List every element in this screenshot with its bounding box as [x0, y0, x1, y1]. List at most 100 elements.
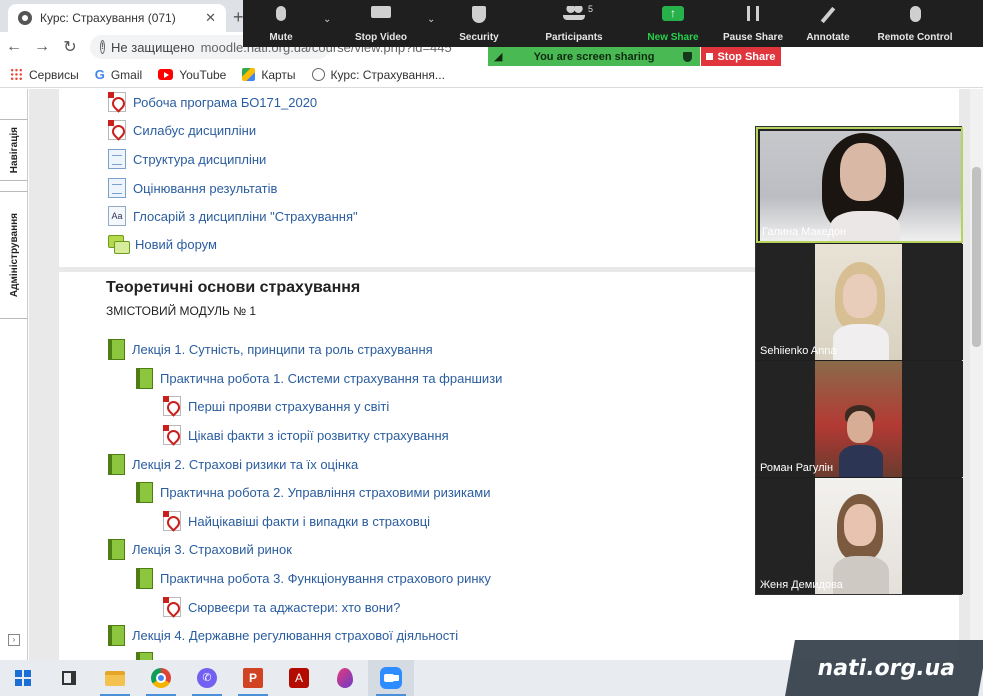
viber-button[interactable]: ✆ [184, 660, 230, 696]
participant-silhouette [840, 143, 886, 201]
participants-button[interactable]: Participants [542, 0, 606, 47]
annotate-button[interactable]: Annotate [803, 0, 853, 47]
video-tile[interactable]: Sehiienko Anna [756, 244, 963, 360]
browser-tab[interactable]: Курс: Страхування (071) ✕ [8, 4, 226, 32]
new-tab-button[interactable]: + [233, 7, 244, 28]
bookmark-label: Курс: Страхування... [330, 67, 445, 82]
remote-control-button[interactable]: Remote Control [875, 0, 955, 47]
activity-link[interactable]: Лекція 1. Сутність, принципи та роль стр… [132, 342, 433, 357]
task-view-button[interactable] [46, 660, 92, 696]
activity-link[interactable]: Найцікавіші факти і випадки в страховці [188, 514, 430, 529]
pause-icon [747, 6, 759, 21]
activity-assessment[interactable]: Оцінювання результатів [108, 178, 277, 198]
activity-history-facts[interactable]: Цікаві факти з історії розвитку страхува… [163, 425, 449, 445]
audio-options-chevron-down-icon[interactable]: ⌄ [323, 14, 331, 25]
activity-link[interactable]: Практична робота 3. Функціонування страх… [160, 571, 491, 586]
bookmark-course[interactable]: Курс: Страхування... [311, 67, 445, 82]
activity-link[interactable]: Робоча програма БО171_2020 [133, 95, 317, 110]
screen-sharing-banner[interactable]: ◢ You are screen sharing [488, 47, 700, 66]
activity-link[interactable]: Лекція 3. Страховий ринок [132, 542, 292, 557]
activity-first-insurance[interactable]: Перші прояви страхування у світі [163, 396, 389, 416]
activity-link[interactable]: Практична робота 2. Управління страховим… [160, 485, 490, 500]
moodle-favicon-icon [18, 11, 32, 25]
zoom-video-panel[interactable]: Галина Македон Sehiienko Anna Роман Рагу… [755, 126, 963, 595]
page-scrollbar[interactable] [970, 89, 983, 660]
activity-forum[interactable]: Новий форум [108, 235, 217, 254]
stop-share-label: Stop Share [717, 50, 776, 63]
video-tile[interactable]: Женя Демидова [756, 478, 963, 594]
shield-icon [472, 6, 486, 23]
activity-syllabus[interactable]: Силабус дисципліни [108, 120, 256, 140]
new-share-button[interactable]: ↑ New Share [645, 0, 701, 47]
forward-button[interactable]: → [28, 38, 56, 56]
activity-link[interactable]: Структура дисципліни [133, 152, 266, 167]
control-label: Annotate [806, 32, 850, 43]
not-secure-icon[interactable]: ! [100, 40, 105, 54]
dock-tab-administration[interactable]: Адміністрування [0, 191, 28, 319]
zoom-app-icon [380, 667, 402, 689]
stop-share-button[interactable]: Stop Share [701, 47, 781, 66]
control-label: New Share [647, 32, 699, 43]
forum-icon [108, 235, 130, 254]
activity-work-program[interactable]: Робоча програма БО171_2020 [108, 92, 317, 112]
activity-next-partial[interactable] [136, 652, 153, 660]
close-tab-icon[interactable]: ✕ [205, 10, 216, 26]
video-tile[interactable]: Роман Рагулін [756, 361, 963, 477]
activity-link[interactable]: Лекція 4. Державне регулювання страхової… [132, 628, 458, 643]
dock-toggle-icon[interactable]: › [8, 634, 20, 646]
video-tile[interactable]: Галина Македон [756, 127, 963, 243]
back-button[interactable]: ← [0, 38, 28, 56]
file-explorer-button[interactable] [92, 660, 138, 696]
activity-link[interactable]: Перші прояви страхування у світі [188, 399, 389, 414]
block-dock: Навігація Адміністрування › [0, 89, 28, 660]
reload-button[interactable]: ↻ [56, 37, 84, 57]
pen-icon [820, 6, 836, 24]
activity-link[interactable]: Новий форум [135, 237, 217, 252]
activity-link[interactable]: Силабус дисципліни [133, 123, 256, 138]
start-button[interactable] [0, 660, 46, 696]
activity-practical-1[interactable]: Практична робота 1. Системи страхування … [136, 368, 502, 389]
book-icon [108, 454, 125, 475]
activity-interesting-cases[interactable]: Найцікавіші факти і випадки в страховці [163, 511, 430, 531]
video-camera-icon [371, 6, 391, 18]
bookmark-maps[interactable]: Карты [242, 68, 296, 82]
activity-lecture-4[interactable]: Лекція 4. Державне регулювання страхової… [108, 625, 458, 646]
stop-video-button[interactable]: Stop Video [351, 0, 411, 47]
zoom-app-button[interactable] [368, 660, 414, 696]
dock-tab-navigation[interactable]: Навігація [0, 119, 28, 181]
activity-link[interactable]: Оцінювання результатів [133, 181, 277, 196]
activity-link[interactable]: Лекція 2. Страхові ризики та їх оцінка [132, 457, 358, 472]
acrobat-button[interactable]: A [276, 660, 322, 696]
security-button[interactable]: Security [456, 0, 502, 47]
drop-app-button[interactable] [322, 660, 368, 696]
video-feed [815, 478, 902, 594]
bookmark-services[interactable]: Сервисы [10, 68, 79, 82]
chrome-button[interactable] [138, 660, 184, 696]
bookmark-gmail[interactable]: G Gmail [95, 67, 142, 82]
video-feed [815, 244, 902, 360]
drop-app-icon [337, 668, 353, 688]
participants-icon [563, 6, 585, 20]
activity-lecture-1[interactable]: Лекція 1. Сутність, принципи та роль стр… [108, 339, 433, 360]
pause-share-button[interactable]: Pause Share [722, 0, 784, 47]
activity-link[interactable]: Сюрвеєри та аджастери: хто вони? [188, 600, 400, 615]
activity-structure[interactable]: Структура дисципліни [108, 149, 266, 169]
activity-glossary[interactable]: Aa Глосарій з дисципліни "Страхування" [108, 206, 358, 226]
powerpoint-button[interactable]: P [230, 660, 276, 696]
activity-link[interactable]: Глосарій з дисципліни "Страхування" [133, 209, 358, 224]
pdf-icon [108, 120, 126, 140]
participant-silhouette [844, 504, 876, 546]
activity-practical-2[interactable]: Практична робота 2. Управління страховим… [136, 482, 490, 503]
video-feed [815, 361, 902, 477]
bookmark-youtube[interactable]: YouTube [158, 68, 226, 82]
activity-surveyors[interactable]: Сюрвеєри та аджастери: хто вони? [163, 597, 400, 617]
activity-practical-3[interactable]: Практична робота 3. Функціонування страх… [136, 568, 491, 589]
activity-link[interactable]: Цікаві факти з історії розвитку страхува… [188, 428, 449, 443]
activity-link[interactable]: Практична робота 1. Системи страхування … [160, 371, 502, 386]
mute-button[interactable]: Mute [261, 0, 301, 47]
activity-lecture-3[interactable]: Лекція 3. Страховий ринок [108, 539, 292, 560]
powerpoint-icon: P [243, 668, 263, 688]
video-options-chevron-down-icon[interactable]: ⌄ [427, 14, 435, 25]
activity-lecture-2[interactable]: Лекція 2. Страхові ризики та їх оцінка [108, 454, 358, 475]
scrollbar-thumb[interactable] [972, 167, 981, 347]
